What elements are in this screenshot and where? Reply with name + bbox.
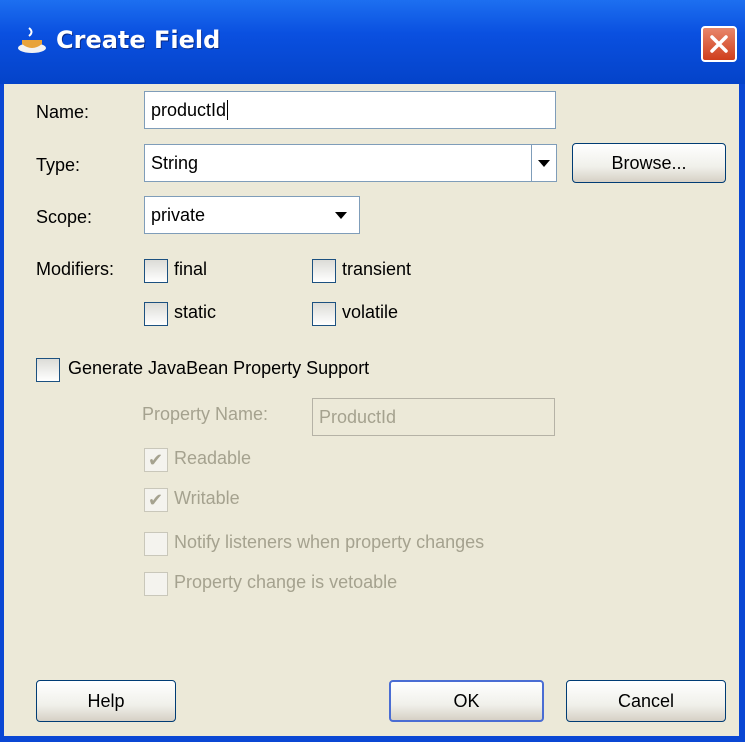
writable-checkbox: ✔ bbox=[144, 488, 168, 512]
volatile-checkbox[interactable] bbox=[312, 302, 336, 326]
close-button[interactable] bbox=[701, 26, 737, 62]
browse-button[interactable]: Browse... bbox=[572, 143, 726, 183]
property-name-value: ProductId bbox=[319, 407, 397, 427]
help-button[interactable]: Help bbox=[36, 680, 176, 722]
chevron-down-icon bbox=[335, 212, 347, 219]
type-label: Type: bbox=[36, 155, 81, 175]
final-checkbox[interactable] bbox=[144, 259, 168, 283]
name-input[interactable]: productId bbox=[144, 91, 556, 129]
dialog-body: Name: productId Type: String Browse... S… bbox=[4, 84, 739, 736]
cancel-button[interactable]: Cancel bbox=[566, 680, 726, 722]
notify-listeners-checkbox bbox=[144, 532, 168, 556]
vetoable-checkbox bbox=[144, 572, 168, 596]
type-value: String bbox=[151, 153, 199, 173]
property-name-label: Property Name: bbox=[142, 404, 269, 424]
scope-select[interactable]: private bbox=[144, 196, 360, 234]
readable-checkbox: ✔ bbox=[144, 448, 168, 472]
create-field-dialog: Create Field Name: productId Type: Strin… bbox=[0, 0, 745, 742]
generate-javabean-checkbox[interactable] bbox=[36, 358, 60, 382]
scope-value: private bbox=[151, 205, 206, 225]
type-dropdown-button[interactable] bbox=[531, 144, 557, 182]
writable-label: Writable bbox=[174, 488, 240, 508]
volatile-label: volatile bbox=[342, 302, 399, 322]
name-label: Name: bbox=[36, 102, 90, 122]
checkmark-icon: ✔ bbox=[148, 450, 164, 470]
modifiers-label: Modifiers: bbox=[36, 259, 115, 279]
ok-button[interactable]: OK bbox=[389, 680, 544, 722]
chevron-down-icon bbox=[538, 160, 550, 167]
static-checkbox[interactable] bbox=[144, 302, 168, 326]
notify-listeners-label: Notify listeners when property changes bbox=[174, 532, 485, 552]
final-label: final bbox=[174, 259, 208, 279]
checkmark-icon: ✔ bbox=[148, 490, 164, 510]
java-cup-icon bbox=[18, 27, 46, 53]
property-name-input: ProductId bbox=[312, 398, 555, 436]
transient-checkbox[interactable] bbox=[312, 259, 336, 283]
vetoable-label: Property change is vetoable bbox=[174, 572, 398, 592]
static-label: static bbox=[174, 302, 217, 322]
generate-javabean-label: Generate JavaBean Property Support bbox=[68, 358, 370, 378]
title-bar[interactable]: Create Field bbox=[0, 0, 745, 84]
dialog-title: Create Field bbox=[56, 26, 221, 54]
name-value: productId bbox=[151, 100, 227, 120]
readable-label: Readable bbox=[174, 448, 252, 468]
close-icon bbox=[710, 35, 728, 53]
transient-label: transient bbox=[342, 259, 412, 279]
type-combo-input[interactable]: String bbox=[144, 144, 532, 182]
scope-label: Scope: bbox=[36, 207, 93, 227]
